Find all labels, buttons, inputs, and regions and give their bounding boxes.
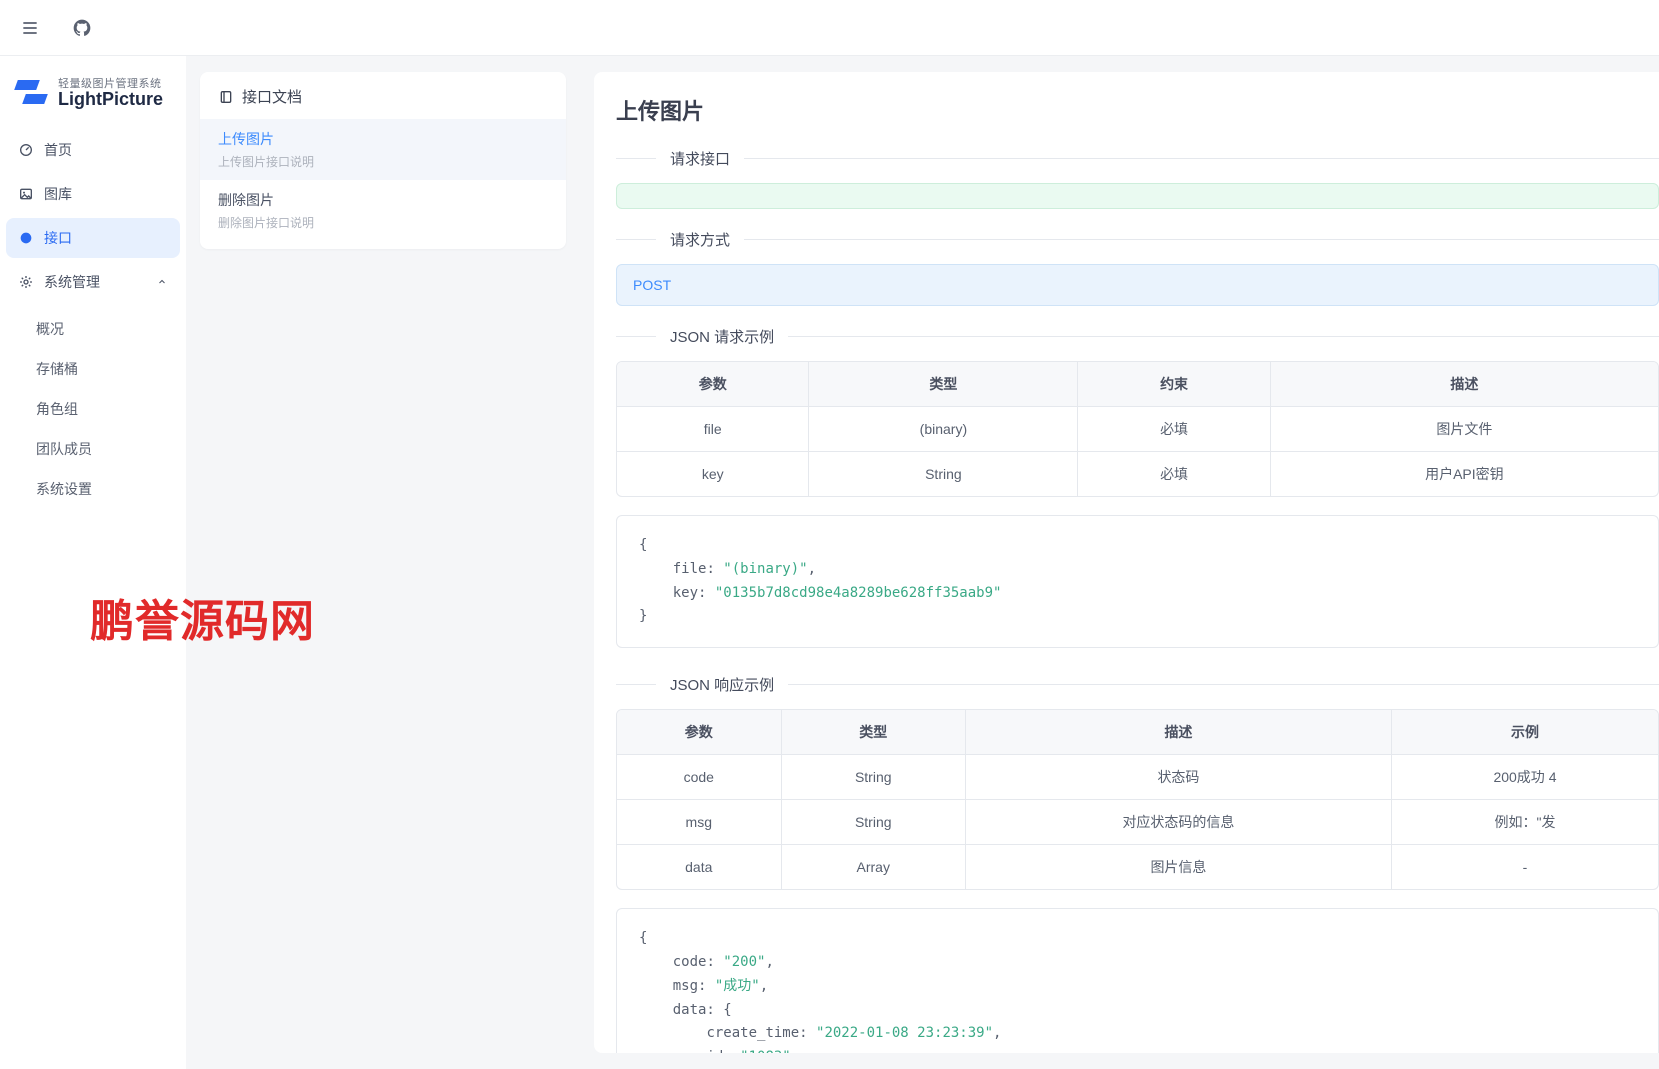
th: 描述: [1271, 362, 1658, 407]
th: 描述: [966, 710, 1392, 755]
menu-toggle-button[interactable]: [18, 16, 42, 40]
section-response: JSON 响应示例 参数 类型 描述 示例 code String 状: [616, 674, 1659, 1053]
api-item-sub: 上传图片接口说明: [218, 153, 548, 170]
github-icon: [72, 18, 92, 38]
api-item-title: 删除图片: [218, 190, 548, 210]
section-request: JSON 请求示例 参数 类型 约束 描述 file (binary): [616, 326, 1659, 648]
api-list-panel: 接口文档 上传图片 上传图片接口说明 删除图片 删除图片接口说明: [186, 56, 580, 1069]
nav: 首页 图库 接口 系统管理 概况 存储桶 角色组 团队成员 系统设置: [6, 130, 180, 508]
api-list-card: 接口文档 上传图片 上传图片接口说明 删除图片 删除图片接口说明: [200, 72, 566, 249]
table-row: code String 状态码 200成功 4: [617, 755, 1658, 800]
section-title: 请求接口: [670, 148, 730, 169]
endpoint-box: [616, 183, 1659, 209]
sidebar-item-api[interactable]: 接口: [6, 218, 180, 258]
section-endpoint: 请求接口: [616, 148, 1659, 209]
th: 示例: [1392, 710, 1658, 755]
th: 约束: [1078, 362, 1270, 407]
th: 参数: [617, 710, 782, 755]
table-row: file (binary) 必填 图片文件: [617, 407, 1658, 452]
th: 类型: [809, 362, 1078, 407]
request-table: 参数 类型 约束 描述 file (binary) 必填 图片文件: [616, 361, 1659, 497]
section-title: JSON 请求示例: [670, 326, 774, 347]
sidebar-item-label: 首页: [44, 140, 168, 160]
sidebar: 轻量级图片管理系统 LightPicture 首页 图库 接口 系统管理: [0, 56, 186, 1069]
api-item-upload[interactable]: 上传图片 上传图片接口说明: [200, 119, 566, 180]
table-row: msg String 对应状态码的信息 例如："发: [617, 800, 1658, 845]
sidebar-sub-team[interactable]: 团队成员: [24, 430, 180, 468]
sidebar-sub-overview[interactable]: 概况: [24, 310, 180, 348]
github-link[interactable]: [70, 16, 94, 40]
api-icon: [18, 230, 34, 246]
main-card: 上传图片 请求接口 请求方式: [594, 72, 1659, 1053]
book-icon: [218, 89, 234, 105]
api-list-title: 接口文档: [200, 84, 566, 119]
table-row: data Array 图片信息 -: [617, 845, 1658, 889]
logo-title: LightPicture: [58, 90, 163, 110]
table-row: key String 必填 用户API密钥: [617, 452, 1658, 496]
image-icon: [18, 186, 34, 202]
gear-icon: [18, 274, 34, 290]
page-title: 上传图片: [616, 94, 1659, 126]
logo-mark-icon: [14, 76, 50, 112]
sidebar-item-label: 图库: [44, 184, 168, 204]
sidebar-item-home[interactable]: 首页: [6, 130, 180, 170]
dashboard-icon: [18, 142, 34, 158]
topbar: [0, 0, 1659, 56]
th: 类型: [782, 710, 966, 755]
method-box: POST: [616, 264, 1659, 306]
chevron-up-icon: [156, 276, 168, 288]
section-title: 请求方式: [670, 229, 730, 250]
watermark: 鹏誉源码网: [90, 585, 315, 649]
api-list: 上传图片 上传图片接口说明 删除图片 删除图片接口说明: [200, 119, 566, 241]
sidebar-sub-role[interactable]: 角色组: [24, 390, 180, 428]
section-title: JSON 响应示例: [670, 674, 774, 695]
api-item-title: 上传图片: [218, 129, 548, 149]
api-item-delete[interactable]: 删除图片 删除图片接口说明: [200, 180, 566, 241]
sidebar-item-system[interactable]: 系统管理: [6, 262, 180, 302]
method-value: POST: [633, 277, 671, 293]
request-code: { file: "(binary)", key: "0135b7d8cd98e4…: [616, 515, 1659, 648]
sidebar-subnav: 概况 存储桶 角色组 团队成员 系统设置: [6, 310, 180, 508]
logo[interactable]: 轻量级图片管理系统 LightPicture: [6, 70, 180, 130]
sidebar-sub-bucket[interactable]: 存储桶: [24, 350, 180, 388]
sidebar-item-label: 系统管理: [44, 272, 146, 292]
hamburger-icon: [20, 18, 40, 38]
response-table: 参数 类型 描述 示例 code String 状态码 200成功 4: [616, 709, 1659, 890]
main: 上传图片 请求接口 请求方式: [580, 56, 1659, 1069]
layout: 轻量级图片管理系统 LightPicture 首页 图库 接口 系统管理: [0, 56, 1659, 1069]
sidebar-item-label: 接口: [44, 228, 168, 248]
sidebar-item-gallery[interactable]: 图库: [6, 174, 180, 214]
api-item-sub: 删除图片接口说明: [218, 214, 548, 231]
sidebar-sub-settings[interactable]: 系统设置: [24, 470, 180, 508]
response-code: { code: "200", msg: "成功", data: { create…: [616, 908, 1659, 1053]
section-method: 请求方式 POST: [616, 229, 1659, 306]
th: 参数: [617, 362, 809, 407]
